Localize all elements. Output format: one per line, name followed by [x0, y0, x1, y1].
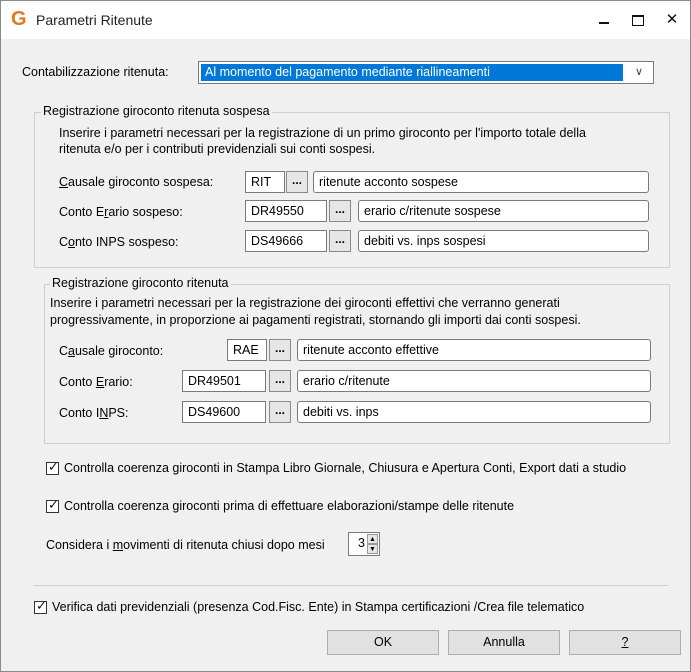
chk-coerenza-stampa-label: Controlla coerenza giroconti in Stampa L… — [64, 461, 627, 475]
ok-button[interactable]: OK — [327, 630, 439, 655]
causale-effettiva-lookup-button[interactable]: ... — [269, 339, 291, 361]
help-button[interactable]: ? — [569, 630, 681, 655]
minimize-icon — [599, 22, 609, 25]
annulla-button[interactable]: Annulla — [448, 630, 560, 655]
chk-verifica-previdenziali[interactable]: ✓ — [34, 598, 47, 614]
separator — [34, 585, 668, 586]
inps-sospeso-code-input[interactable]: DS49666 — [245, 230, 327, 252]
dialog-window: G Parametri Ritenute ✕ Contabilizzazione… — [0, 0, 691, 672]
erario-sospeso-desc: erario c/ritenute sospese — [358, 200, 649, 222]
group-effettiva-legend: Registrazione giroconto ritenuta — [50, 276, 231, 290]
causale-sospesa-code-input[interactable]: RIT — [245, 171, 285, 193]
inps-effettivo-desc: debiti vs. inps — [297, 401, 651, 423]
effettiva-desc-line1: Inserire i parametri necessari per la re… — [50, 296, 560, 310]
erario-effettivo-desc: erario c/ritenute — [297, 370, 651, 392]
causale-sospesa-lookup-button[interactable]: ... — [286, 171, 308, 193]
erario-sospeso-label: Conto Erario sospeso: — [59, 205, 183, 219]
spin-down-icon[interactable]: ▼ — [367, 544, 378, 554]
chk-verifica-previdenziali-label: Verifica dati previdenziali (presenza Co… — [52, 600, 585, 614]
check-icon: ✓ — [48, 459, 59, 474]
chevron-down-icon[interactable]: ∨ — [629, 64, 649, 81]
erario-effettivo-code-input[interactable]: DR49501 — [182, 370, 266, 392]
sospesa-desc-line2: ritenuta e/o per i contributi previdenzi… — [59, 142, 376, 156]
chk-coerenza-elaborazioni[interactable]: ✓ — [46, 497, 59, 513]
title-bar: G Parametri Ritenute ✕ — [1, 1, 690, 39]
sospesa-desc-line1: Inserire i parametri necessari per la re… — [59, 126, 586, 140]
effettiva-desc-line2: progressivamente, in proporzione ai paga… — [50, 313, 581, 327]
erario-sospeso-lookup-button[interactable]: ... — [329, 200, 351, 222]
spin-up-icon[interactable]: ▲ — [367, 534, 378, 544]
inps-effettivo-code-input[interactable]: DS49600 — [182, 401, 266, 423]
inps-sospeso-lookup-button[interactable]: ... — [329, 230, 351, 252]
erario-sospeso-code-input[interactable]: DR49550 — [245, 200, 327, 222]
app-logo-icon: G — [11, 8, 27, 30]
causale-effettiva-desc: ritenute acconto effettive — [297, 339, 651, 361]
close-icon: ✕ — [665, 11, 679, 28]
causale-sospesa-desc: ritenute acconto sospese — [313, 171, 649, 193]
inps-effettivo-label: Conto INPS: — [59, 406, 129, 420]
contabilizzazione-label: Contabilizzazione ritenuta: — [22, 65, 169, 79]
contabilizzazione-value: Al momento del pagamento mediante rialli… — [201, 64, 623, 81]
causale-effettiva-label: Causale giroconto: — [59, 344, 164, 358]
check-icon: ✓ — [48, 497, 59, 512]
mesi-value: 3 — [358, 536, 365, 550]
inps-sospeso-desc: debiti vs. inps sospesi — [358, 230, 649, 252]
contabilizzazione-select[interactable]: Al momento del pagamento mediante rialli… — [198, 61, 654, 84]
erario-effettivo-label: Conto Erario: — [59, 375, 133, 389]
erario-effettivo-lookup-button[interactable]: ... — [269, 370, 291, 392]
close-button[interactable]: ✕ — [649, 1, 691, 39]
mesi-spinner[interactable]: 3 ▲ ▼ — [348, 532, 380, 556]
inps-effettivo-lookup-button[interactable]: ... — [269, 401, 291, 423]
causale-effettiva-code-input[interactable]: RAE — [227, 339, 267, 361]
check-icon: ✓ — [36, 598, 47, 613]
chk-coerenza-elaborazioni-label: Controlla coerenza giroconti prima di ef… — [64, 499, 515, 513]
inps-sospeso-label: Conto INPS sospeso: — [59, 235, 179, 249]
causale-sospesa-label: Causale giroconto sospesa: — [59, 175, 214, 189]
maximize-icon — [632, 14, 644, 26]
mesi-label: Considera i movimenti di ritenuta chiusi… — [46, 538, 325, 552]
window-title: Parametri Ritenute — [36, 12, 153, 28]
chk-coerenza-stampa[interactable]: ✓ — [46, 459, 59, 475]
group-sospesa-legend: Registrazione giroconto ritenuta sospesa — [41, 104, 272, 118]
